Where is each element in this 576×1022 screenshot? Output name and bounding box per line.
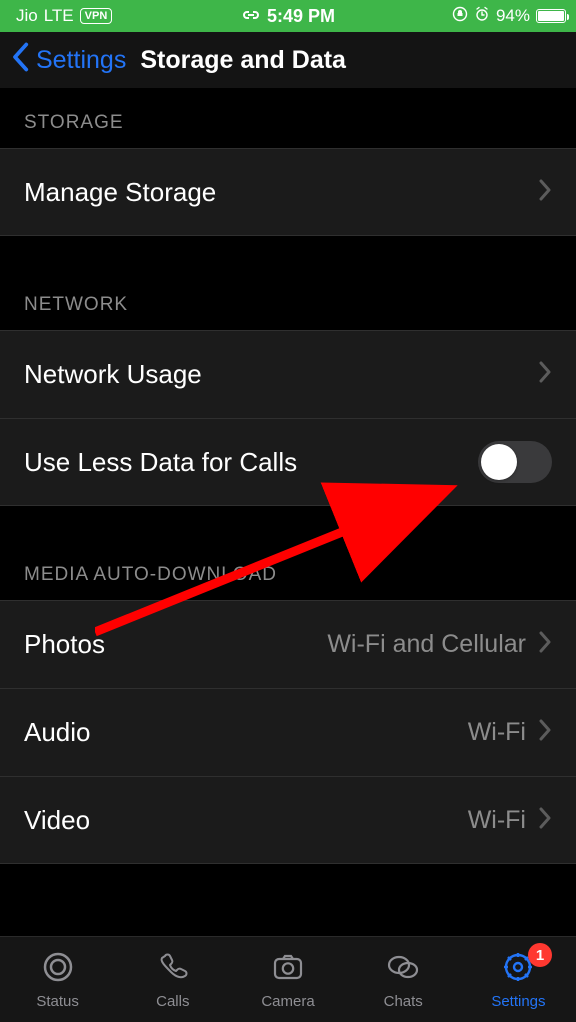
row-label: Photos [24, 629, 327, 660]
row-use-less-data: Use Less Data for Calls [0, 418, 576, 506]
row-value: Wi-Fi and Cellular [327, 630, 526, 659]
clock-time: 5:49 PM [267, 6, 335, 27]
chevron-right-icon [538, 177, 552, 208]
row-video[interactable]: Video Wi-Fi [0, 776, 576, 864]
tab-camera[interactable]: Camera [230, 937, 345, 1022]
row-audio[interactable]: Audio Wi-Fi [0, 688, 576, 776]
chats-icon [385, 949, 421, 989]
group-media: Photos Wi-Fi and Cellular Audio Wi-Fi Vi… [0, 600, 576, 864]
use-less-data-toggle[interactable] [478, 441, 552, 483]
carrier-label: Jio [16, 6, 38, 26]
tab-chats[interactable]: Chats [346, 937, 461, 1022]
tab-calls[interactable]: Calls [115, 937, 230, 1022]
notification-badge: 1 [528, 943, 552, 967]
tab-settings[interactable]: Settings 1 [461, 937, 576, 1022]
navigation-bar: Settings Storage and Data [0, 32, 576, 88]
status-icon [40, 949, 76, 989]
battery-icon [536, 9, 566, 23]
phone-icon [155, 949, 191, 989]
section-header-network: NETWORK [0, 264, 576, 330]
tab-label: Calls [156, 993, 189, 1010]
row-label: Audio [24, 717, 468, 748]
group-network: Network Usage Use Less Data for Calls [0, 330, 576, 506]
chevron-right-icon [538, 629, 552, 660]
tab-label: Chats [384, 993, 423, 1010]
section-header-storage: STORAGE [0, 88, 576, 148]
row-value: Wi-Fi [468, 806, 526, 835]
tab-label: Settings [491, 993, 545, 1010]
row-network-usage[interactable]: Network Usage [0, 330, 576, 418]
row-label: Manage Storage [24, 177, 538, 208]
tab-status[interactable]: Status [0, 937, 115, 1022]
tab-label: Status [36, 993, 79, 1010]
row-value: Wi-Fi [468, 718, 526, 747]
chevron-right-icon [538, 805, 552, 836]
page-title: Storage and Data [140, 46, 346, 75]
battery-pct: 94% [496, 6, 530, 26]
chevron-right-icon [538, 717, 552, 748]
link-icon [241, 6, 261, 27]
row-photos[interactable]: Photos Wi-Fi and Cellular [0, 600, 576, 688]
back-button[interactable]: Settings [36, 46, 126, 75]
tab-label: Camera [261, 993, 314, 1010]
orientation-lock-icon [452, 6, 468, 27]
vpn-indicator: VPN [80, 8, 113, 24]
back-icon[interactable] [10, 42, 30, 78]
tab-bar: Status Calls Camera Chats Settings 1 [0, 936, 576, 1022]
row-label: Use Less Data for Calls [24, 447, 478, 478]
section-header-media: MEDIA AUTO-DOWNLOAD [0, 534, 576, 600]
status-bar: Jio LTE VPN 5:49 PM 94% [0, 0, 576, 32]
row-label: Video [24, 805, 468, 836]
chevron-right-icon [538, 359, 552, 390]
row-manage-storage[interactable]: Manage Storage [0, 148, 576, 236]
alarm-icon [474, 6, 490, 27]
network-label: LTE [44, 6, 74, 26]
group-storage: Manage Storage [0, 148, 576, 236]
row-label: Network Usage [24, 359, 538, 390]
camera-icon [270, 949, 306, 989]
